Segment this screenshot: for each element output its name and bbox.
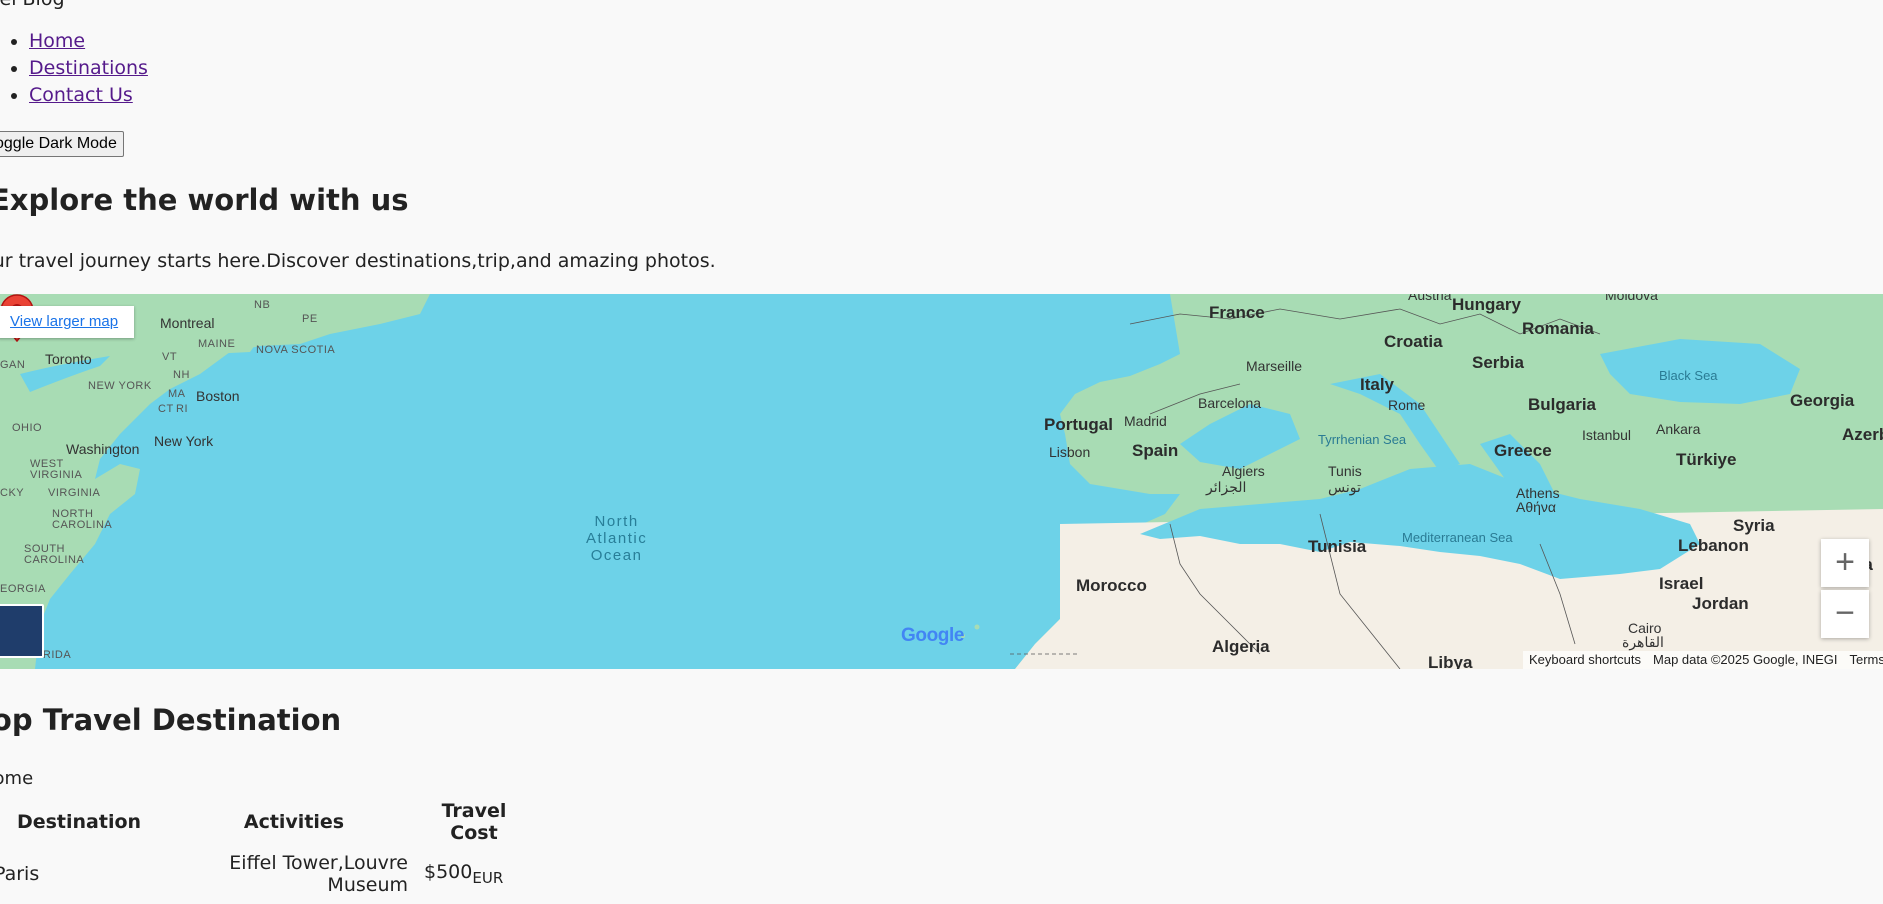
map-label: Romania: [1522, 319, 1594, 338]
nav-item-contact: Contact Us: [0, 82, 148, 109]
map-label: Moldova: [1605, 294, 1658, 303]
cost-unit: EUR: [472, 868, 504, 887]
nav-link-destinations[interactable]: Destinations: [29, 57, 148, 79]
map-label: Athens: [1516, 485, 1560, 501]
activities-cell: Eiffel Tower,Louvre Museum: [229, 852, 408, 896]
map-label: Algeria: [1212, 637, 1270, 656]
map-label: RI: [176, 403, 188, 415]
section-title: Top Travel Destination: [0, 703, 342, 737]
map-type-thumbnail[interactable]: [0, 604, 44, 658]
map-label: VT: [162, 351, 178, 363]
map-label: Algiers: [1222, 463, 1265, 479]
map-label: Azerb: [1842, 425, 1883, 444]
map-label: Madrid: [1124, 413, 1167, 429]
map-label: New York: [154, 433, 214, 449]
column-header: Destination: [16, 811, 142, 833]
map-label: EORGIA: [0, 583, 46, 595]
map-label: Libya: [1428, 653, 1473, 669]
map-label: Tyrrhenian Sea: [1318, 432, 1407, 447]
column-header: Activities: [243, 811, 345, 833]
nav-item-destinations: Destinations: [0, 55, 148, 82]
map-label: Lebanon: [1678, 536, 1749, 555]
destinations-table: Destination Activities Travel Cost Paris…: [0, 792, 534, 904]
map-label: Rome: [1388, 397, 1426, 413]
nav-item-home: Home: [0, 28, 148, 55]
map-label: Ankara: [1656, 421, 1701, 437]
map-label: تونس: [1328, 479, 1361, 495]
map-label: Hungary: [1452, 295, 1521, 314]
map-label: Italy: [1360, 375, 1395, 394]
table-row: Paris Eiffel Tower,Louvre Museum $500EUR: [0, 852, 530, 896]
map-label: NORTH CAROLINA: [52, 508, 113, 531]
map-label: Cairo: [1628, 620, 1662, 636]
map-label: NOVA SCOTIA: [256, 344, 336, 356]
hero-title: Explore the world with us: [0, 183, 409, 217]
map-label: Barcelona: [1198, 395, 1262, 411]
map-label: NEW YORK: [88, 380, 152, 392]
map-label: Serbia: [1472, 353, 1524, 372]
cost-value: $500: [424, 861, 473, 884]
map-label: Georgia: [1790, 391, 1855, 410]
map-label: France: [1209, 303, 1265, 322]
google-logo: Google: [901, 625, 965, 646]
map-label: Istanbul: [1582, 427, 1632, 443]
map-label: Tunisia: [1308, 537, 1367, 556]
view-larger-map-link[interactable]: View larger map: [0, 306, 135, 338]
map-label: WEST VIRGINIA: [30, 458, 83, 481]
zoom-out-button[interactable]: −: [1821, 590, 1869, 638]
map-label: GAN: [0, 359, 26, 371]
map-label: Mediterranean Sea: [1402, 530, 1513, 545]
keyboard-shortcuts-link[interactable]: Keyboard shortcuts: [1523, 651, 1647, 669]
destination-cell: Paris: [0, 863, 40, 885]
map-label: VIRGINIA: [48, 487, 101, 499]
table-header-row: Destination Activities Travel Cost: [0, 800, 530, 844]
map-label: Syria: [1733, 516, 1775, 535]
table-caption: Home: [0, 768, 34, 789]
terms-link[interactable]: Terms: [1843, 651, 1883, 669]
map-label: Αθήνα: [1516, 499, 1557, 515]
embedded-map[interactable]: GAN Montreal NB PE MAINE NOVA SCOTIA Tor…: [0, 294, 1883, 669]
map-label: Morocco: [1076, 576, 1147, 595]
map-label: Croatia: [1384, 332, 1443, 351]
map-label: Toronto: [45, 351, 92, 367]
map-label: NH: [173, 369, 190, 381]
map-label: Montreal: [160, 315, 215, 331]
map-label: Washington: [66, 441, 140, 457]
map-label: Greece: [1494, 441, 1552, 460]
nav-link-home[interactable]: Home: [29, 30, 85, 52]
map-label: الجزائر: [1206, 479, 1247, 495]
map-label: CT: [158, 403, 174, 415]
map-label-ocean: North Atlantic Ocean: [586, 513, 648, 564]
map-label: MAINE: [198, 338, 236, 350]
map-label: SOUTH CAROLINA: [24, 543, 85, 566]
map-label: Tunis: [1328, 463, 1362, 479]
map-label: Israel: [1659, 574, 1704, 593]
map-label: Lisbon: [1049, 444, 1091, 460]
map-label: MA: [168, 388, 186, 400]
map-label: Spain: [1132, 441, 1179, 460]
map-label: NB: [254, 299, 271, 311]
map-footer: Keyboard shortcuts Map data ©2025 Google,…: [1523, 651, 1883, 669]
map-label: Türkiye: [1676, 450, 1737, 469]
map-label: PE: [302, 313, 318, 325]
nav-link-contact[interactable]: Contact Us: [29, 84, 133, 106]
map-label: CKY: [0, 487, 25, 499]
main-nav: Home Destinations Contact Us: [0, 28, 148, 109]
toggle-dark-mode-button[interactable]: Toggle Dark Mode: [0, 131, 124, 157]
map-label: Austria: [1408, 294, 1452, 303]
column-header: Travel Cost: [441, 800, 507, 844]
map-label: Boston: [196, 388, 240, 404]
map-data-attribution: Map data ©2025 Google, INEGI: [1653, 652, 1838, 667]
map-label: Black Sea: [1659, 368, 1718, 383]
map-label: القاهرة: [1622, 634, 1664, 650]
cost-cell: $500EUR: [418, 852, 530, 896]
map-label: OHIO: [12, 422, 43, 434]
map-label: Portugal: [1044, 415, 1113, 434]
site-title: Travel Blog: [0, 0, 65, 10]
map-label: Marseille: [1246, 358, 1303, 374]
hero-text: Your travel journey starts here.Discover…: [0, 250, 716, 272]
zoom-in-button[interactable]: +: [1821, 539, 1869, 587]
map-label: Jordan: [1692, 594, 1749, 613]
map-label: Bulgaria: [1528, 395, 1597, 414]
